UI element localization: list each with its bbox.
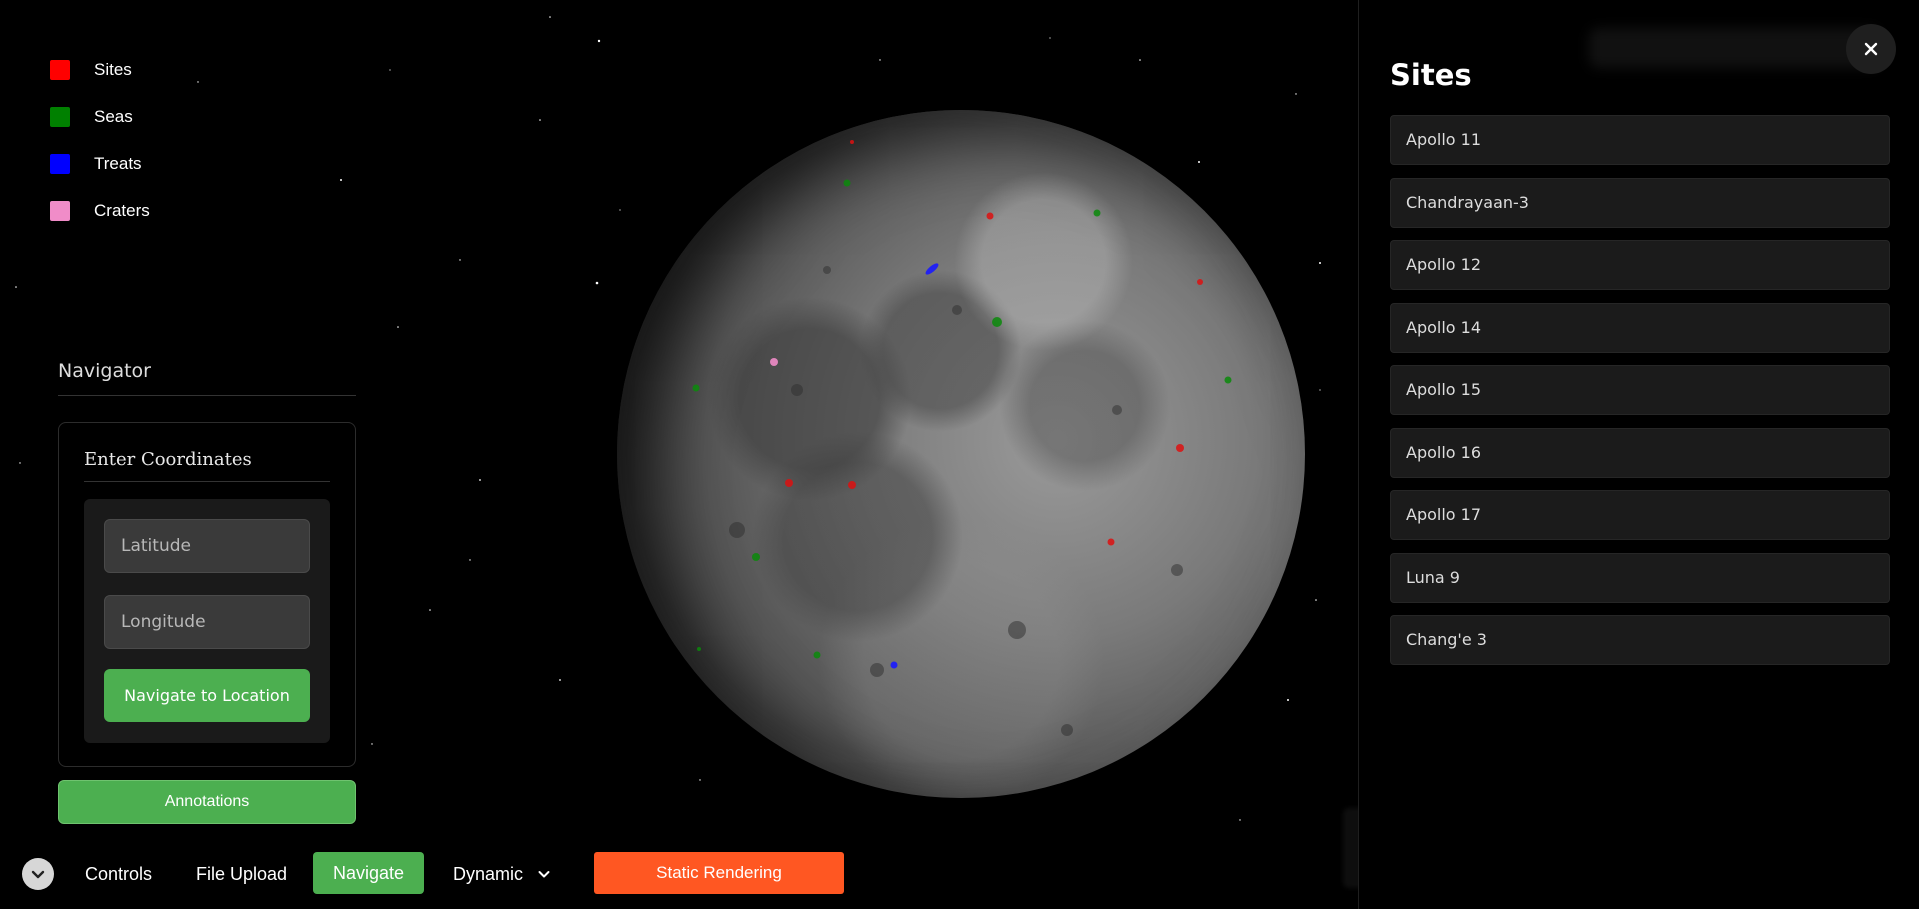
site-item[interactable]: Apollo 12 — [1390, 240, 1890, 290]
file-upload-tab[interactable]: File Upload — [196, 852, 287, 896]
annotations-button[interactable]: Annotations — [58, 780, 356, 824]
site-item[interactable]: Apollo 14 — [1390, 302, 1890, 353]
site-item[interactable]: Chandrayaan-3 — [1390, 177, 1890, 228]
sites-swatch — [50, 59, 70, 80]
legend-item-treats[interactable]: Treats — [50, 140, 150, 187]
chevron-down-icon — [538, 871, 550, 878]
static-rendering-button[interactable]: Static Rendering — [594, 852, 844, 894]
legend-label: Seas — [94, 106, 133, 126]
craters-swatch — [50, 200, 70, 221]
dynamic-label: Dynamic — [453, 864, 524, 884]
navigator-title: Navigator — [58, 360, 151, 382]
site-item[interactable]: Apollo 15 — [1390, 365, 1890, 415]
site-item[interactable]: Apollo 16 — [1390, 427, 1890, 478]
legend-label: Craters — [94, 200, 150, 220]
legend-item-craters[interactable]: Craters — [50, 187, 150, 234]
crater-markers — [770, 358, 778, 366]
sidebar-title: Sites — [1390, 58, 1472, 92]
latitude-input[interactable] — [104, 519, 310, 573]
moon-annotations — [692, 140, 1232, 736]
coordinates-title: Enter Coordinates — [84, 449, 252, 470]
controls-tab[interactable]: Controls — [85, 852, 152, 896]
sites-sidebar: Sites Apollo 11 Chandrayaan-3 Apollo 12 … — [1358, 0, 1919, 909]
blurred-overlay — [1589, 28, 1879, 68]
bottom-toolbar: Controls File Upload Navigate Dynamic St… — [0, 852, 860, 896]
treat-markers — [890, 263, 939, 669]
legend-label: Sites — [94, 59, 132, 79]
collapse-toolbar-button[interactable] — [22, 858, 54, 890]
sea-markers — [692, 179, 1232, 659]
legend-label: Treats — [94, 153, 142, 173]
navigate-tab[interactable]: Navigate — [313, 852, 424, 894]
legend-item-sites[interactable]: Sites — [50, 46, 150, 93]
close-icon — [1864, 42, 1878, 56]
seas-swatch — [50, 106, 70, 127]
site-list: Apollo 11 Chandrayaan-3 Apollo 12 Apollo… — [1390, 115, 1890, 678]
coordinates-form: Navigate to Location — [84, 499, 330, 743]
moon-globe[interactable] — [617, 110, 1305, 798]
divider — [84, 481, 330, 482]
legend: Sites Seas Treats Craters — [50, 46, 150, 234]
site-item[interactable]: Luna 9 — [1390, 552, 1890, 603]
site-item[interactable]: Apollo 11 — [1390, 115, 1890, 165]
site-item[interactable]: Apollo 17 — [1390, 490, 1890, 540]
legend-item-seas[interactable]: Seas — [50, 93, 150, 140]
divider — [58, 395, 356, 396]
navigate-to-location-button[interactable]: Navigate to Location — [104, 669, 310, 722]
longitude-input[interactable] — [104, 595, 310, 649]
site-markers — [785, 140, 1203, 546]
close-sidebar-button[interactable] — [1846, 24, 1896, 74]
treats-swatch — [50, 153, 70, 174]
coordinates-panel: Enter Coordinates Navigate to Location — [58, 422, 356, 767]
dynamic-dropdown[interactable]: Dynamic — [453, 852, 551, 896]
chevron-down-icon — [31, 870, 45, 879]
site-item[interactable]: Chang'e 3 — [1390, 615, 1890, 665]
